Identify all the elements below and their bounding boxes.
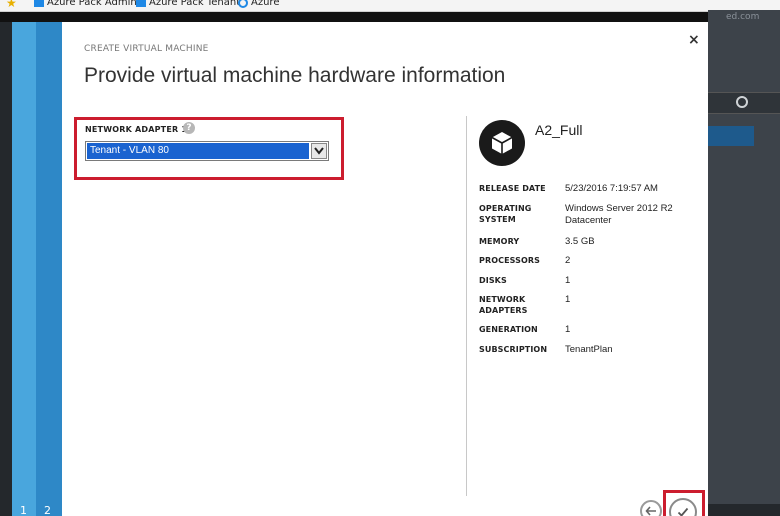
- prop-value: 5/23/2016 7:19:57 AM: [565, 183, 658, 194]
- arrow-left-icon: [645, 506, 656, 516]
- prop-value: 1: [565, 324, 571, 335]
- prop-key: OPERATING SYSTEM: [479, 204, 532, 224]
- chevron-down-icon[interactable]: [311, 143, 327, 159]
- search-icon[interactable]: [736, 96, 748, 108]
- help-icon[interactable]: ?: [183, 122, 195, 134]
- vm-name: A2_Full: [535, 122, 583, 138]
- wizard-dialog: [62, 22, 708, 516]
- prop-value: 1: [565, 275, 571, 286]
- step-2[interactable]: 2: [44, 504, 51, 516]
- prop-key: NETWORK ADAPTERS: [479, 295, 528, 315]
- portal-side-panel: [708, 10, 780, 504]
- prop-value: 2: [565, 255, 571, 266]
- step-1[interactable]: 1: [20, 504, 27, 516]
- portal-header-strip: [0, 12, 780, 22]
- prop-key: RELEASE DATE: [479, 184, 546, 193]
- ie-icon: [238, 0, 248, 8]
- prop-value: Windows Server 2012 R2 Datacenter: [565, 203, 673, 226]
- prop-key: DISKS: [479, 276, 507, 285]
- portal-domain-text: ed.com: [726, 12, 760, 22]
- portal-selected-item[interactable]: [708, 126, 754, 146]
- prop-value: 3.5 GB: [565, 236, 595, 247]
- prop-key: SUBSCRIPTION: [479, 345, 548, 354]
- prop-key: GENERATION: [479, 325, 538, 334]
- panel-divider: [466, 116, 467, 496]
- favorites-star-icon[interactable]: ★: [6, 0, 17, 9]
- vm-cube-icon: [479, 120, 525, 166]
- prop-value: TenantPlan: [565, 344, 613, 355]
- prop-key: PROCESSORS: [479, 256, 541, 265]
- windows-icon: [34, 0, 44, 7]
- prop-key: MEMORY: [479, 237, 520, 246]
- back-button[interactable]: [640, 500, 662, 516]
- favorite-azure[interactable]: Azure: [238, 0, 279, 8]
- wizard-subtitle: CREATE VIRTUAL MACHINE: [84, 44, 209, 54]
- favorites-bar: ★ Azure Pack Admin Azure Pack Tenant Azu…: [0, 0, 780, 12]
- windows-icon: [136, 0, 146, 7]
- prop-value: 1: [565, 294, 571, 305]
- page-title: Provide virtual machine hardware informa…: [84, 64, 506, 87]
- favorite-azure-pack-tenant[interactable]: Azure Pack Tenant: [136, 0, 240, 8]
- checkmark-icon: [677, 507, 689, 516]
- network-adapter-select[interactable]: Tenant - VLAN 80: [85, 141, 329, 161]
- favorite-azure-pack-admin[interactable]: Azure Pack Admin: [34, 0, 137, 8]
- close-button[interactable]: ×: [688, 32, 700, 48]
- network-adapter-selected-value: Tenant - VLAN 80: [87, 143, 309, 159]
- wizard-step-current: [12, 22, 36, 516]
- network-adapter-label: NETWORK ADAPTER 1: [85, 125, 188, 134]
